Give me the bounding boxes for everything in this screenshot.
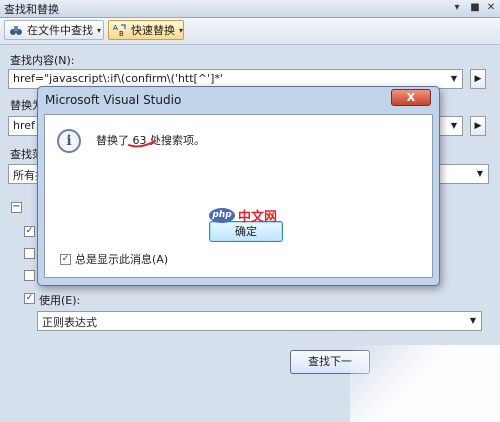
use-label: 使用(E):	[39, 294, 81, 307]
dialog-title: Microsoft Visual Studio	[45, 93, 182, 107]
corner-fade	[350, 345, 500, 422]
option-checkbox-1[interactable]: ✓	[24, 226, 35, 237]
always-show-option[interactable]: ✓ 总是显示此消息(A)	[60, 251, 168, 267]
message-dialog: Microsoft Visual Studio X i 替换了 63 处搜索项。…	[37, 86, 440, 286]
find-in-files-label: 在文件中查找	[27, 24, 93, 37]
dialog-content: i 替换了 63 处搜索项。 确定 ✓ 总是显示此消息(A)	[44, 114, 433, 278]
replace-with-value: href	[13, 119, 35, 132]
find-what-label: 查找内容(N):	[10, 54, 75, 67]
use-checkbox[interactable]: ✓	[24, 293, 35, 304]
find-next-label: 查找下一	[308, 355, 352, 368]
quick-replace-button[interactable]: A B 快速替换 ▾	[108, 20, 184, 40]
find-options-collapse-icon[interactable]: −	[11, 202, 22, 213]
watermark-logo: php	[209, 208, 235, 223]
option-checkbox-3[interactable]	[24, 270, 35, 281]
red-underline-annotation	[128, 140, 156, 148]
replace-icon: A B	[113, 23, 127, 38]
watermark: php 中文网	[209, 206, 277, 225]
window-close-button[interactable]: ✕	[484, 0, 498, 16]
use-combo[interactable]: 正则表达式	[37, 311, 482, 331]
svg-text:A: A	[113, 24, 118, 32]
window-menu-button[interactable]: ▾	[450, 0, 464, 16]
window-title: 查找和替换	[4, 3, 59, 16]
window-titlebar: 查找和替换 ▾ ■ ✕	[0, 0, 500, 18]
dropdown-caret-icon: ▾	[179, 25, 184, 35]
find-what-value: href="javascript\:if\(confirm\('htt[^']*…	[13, 72, 223, 85]
find-expression-builder-button[interactable]: ▶	[470, 69, 486, 89]
quick-replace-label: 快速替换	[131, 24, 175, 37]
use-dropdown-arrow-icon[interactable]: ▼	[465, 312, 481, 330]
toolbar: 在文件中查找 ▾ A B 快速替换 ▾	[0, 18, 500, 45]
binoculars-icon	[9, 23, 23, 37]
always-show-label: 总是显示此消息(A)	[75, 253, 169, 266]
replace-dropdown-arrow-icon[interactable]: ▼	[446, 117, 462, 135]
info-icon: i	[57, 129, 81, 153]
watermark-text: 中文网	[238, 210, 278, 225]
replace-expression-builder-button[interactable]: ▶	[470, 116, 486, 136]
ok-label: 确定	[235, 225, 257, 238]
dropdown-caret-icon: ▾	[97, 25, 102, 35]
find-dropdown-arrow-icon[interactable]: ▼	[446, 70, 462, 88]
option-checkbox-2[interactable]	[24, 248, 35, 259]
always-show-checkbox[interactable]: ✓	[60, 253, 71, 265]
window-dock-button[interactable]: ■	[468, 0, 482, 16]
find-in-files-button[interactable]: 在文件中查找 ▾	[4, 20, 104, 40]
look-in-dropdown-arrow-icon[interactable]: ▼	[472, 165, 488, 183]
dialog-close-button[interactable]: X	[391, 89, 431, 106]
svg-text:B: B	[119, 30, 124, 37]
use-value: 正则表达式	[42, 316, 97, 329]
